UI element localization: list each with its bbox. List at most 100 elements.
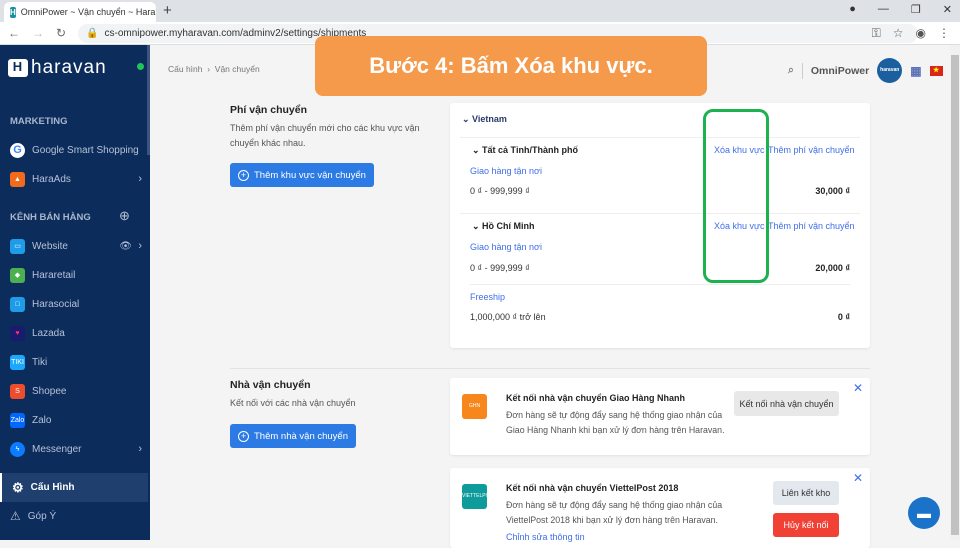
menu-icon[interactable]: ⋮ [938,26,950,41]
close-icon[interactable]: ✕ [853,381,863,395]
shipping-zones-card: ⌄ Vietnam ⌄ Tất cả Tỉnh/Thành phố Xóa kh… [450,103,870,348]
button-label: Thêm nhà vận chuyển [254,430,349,442]
minimize-button[interactable]: — [878,3,889,16]
forward-icon[interactable]: → [32,26,44,40]
apps-grid-icon[interactable]: ▦ [910,64,921,78]
sidebar: Hharavan MARKETING G Google Smart Shoppin… [0,45,150,540]
link-warehouse-button[interactable]: Liên kết kho [773,481,839,505]
sidebar-item-hararetail[interactable]: ◆ Hararetail [0,262,148,288]
country-toggle[interactable]: ⌄ Vietnam [462,114,507,125]
add-carrier-button[interactable]: + Thêm nhà vận chuyển [230,424,357,448]
carrier-title: Kết nối nhà vận chuyển ViettelPost 2018 [506,483,679,493]
new-tab-button[interactable]: + [163,2,172,19]
reload-icon[interactable]: ↻ [56,26,66,40]
close-window-button[interactable]: ✕ [943,3,952,16]
add-zone-button[interactable]: + Thêm khu vực vận chuyển [230,163,374,187]
sidebar-item-harasocial[interactable]: □ Harasocial [0,291,148,317]
carrier-desc: Đơn hàng sẽ tự động đẩy sang hệ thống gi… [506,410,725,435]
section-marketing: MARKETING [10,116,68,127]
chevron-right-icon: › [138,240,142,252]
add-channel-icon[interactable]: ⊕ [119,208,130,224]
carrier-desc: Đơn hàng sẽ tự động đẩy sang hệ thống gi… [506,500,723,525]
breadcrumb-current: Vận chuyển [214,64,260,74]
avatar[interactable]: haravan [877,58,903,83]
zone-name: Hồ Chí Minh [482,221,535,231]
rate-range: 1,000,000 ₫ trở lên [470,312,546,322]
back-icon[interactable]: ← [8,26,20,40]
haravan-logo[interactable]: Hharavan [8,57,107,79]
sidebar-item-label: Lazada [32,327,65,339]
lazada-icon: ♥ [10,325,25,341]
sidebar-item-lazada[interactable]: ♥ Lazada [0,320,148,346]
gear-icon: ⚙ [12,479,24,495]
rate-range: 0 ₫ - 999,999 ₫ [470,263,530,273]
carrier-card-ghn: GHN Kết nối nhà vận chuyển Giao Hàng Nha… [450,378,870,455]
key-icon[interactable]: ⚿ [872,26,881,41]
zone-toggle[interactable]: ⌄ Hồ Chí Minh [472,221,535,232]
viettelpost-logo: VIETTELPOST [462,484,496,509]
breadcrumb-root[interactable]: Cấu hình [168,64,203,74]
sidebar-item-messenger[interactable]: ϟ Messenger › [0,436,148,462]
rate-name-link[interactable]: Freeship [470,292,505,302]
sidebar-item-haraads[interactable]: ▲ HaraAds › [0,166,148,192]
sidebar-scrollbar[interactable] [147,45,150,155]
messenger-icon: ϟ [10,441,25,457]
chevron-right-icon: › [138,173,142,185]
plus-icon: + [238,169,249,181]
search-icon[interactable]: ⌕ [788,64,794,77]
rate-name-link[interactable]: Giao hàng tận nơi [470,242,542,252]
vietnam-flag-icon[interactable]: ★ [929,65,943,76]
fees-title: Phí vận chuyển [230,104,308,116]
sidebar-item-shopee[interactable]: S Shopee [0,378,148,404]
sidebar-item-feedback[interactable]: ⚠ Góp Ý [0,503,148,529]
rate-range: 0 ₫ - 999,999 ₫ [470,186,530,196]
chevron-right-icon: › [138,443,142,455]
add-fee-link[interactable]: Thêm phí vận chuyển [768,145,855,155]
tiki-icon: TIKI [10,354,25,370]
sidebar-item-website[interactable]: ▭ Website 👁 › [0,233,148,259]
connect-carrier-button[interactable]: Kết nối nhà vận chuyển [734,391,839,416]
close-icon[interactable]: ✕ [853,471,863,485]
sidebar-item-tiki[interactable]: TIKI Tiki [0,349,148,375]
harasocial-icon: □ [10,296,25,312]
hararetail-icon: ◆ [10,267,25,283]
carrier-title: Kết nối nhà vận chuyển Giao Hàng Nhanh [506,393,686,403]
browser-tab[interactable]: HOmniPower ~ Vận chuyển ~ Hara✕ [4,2,156,22]
sidebar-item-label: Google Smart Shopping [32,144,139,156]
edit-info-link[interactable]: Chỉnh sửa thông tin [506,532,585,542]
status-dot [137,63,144,70]
google-icon: G [10,142,25,158]
sidebar-item-label: Tiki [32,356,48,368]
disconnect-button[interactable]: Hủy kết nối [773,513,839,537]
rate-name-link[interactable]: Giao hàng tận nơi [470,166,542,176]
carriers-desc: Kết nối với các nhà vận chuyển [230,398,356,408]
tab-title: OmniPower ~ Vận chuyển ~ Hara [20,7,156,17]
zone-toggle[interactable]: ⌄ Tất cả Tỉnh/Thành phố [472,145,578,156]
sidebar-item-label: Website [32,240,68,252]
sidebar-item-label: Messenger [32,443,82,455]
sidebar-item-google-smart-shopping[interactable]: G Google Smart Shopping [0,137,148,163]
eye-icon[interactable]: 👁 [119,241,132,252]
sidebar-item-label: Harasocial [32,298,80,310]
zalo-icon: Zalo [10,412,25,428]
sidebar-item-label: Góp Ý [27,510,57,522]
account-icon[interactable]: ◉ [916,26,926,41]
store-name[interactable]: OmniPower [811,65,869,77]
fees-desc: Thêm phí vận chuyển mới cho các khu vực … [230,123,420,148]
haraads-icon: ▲ [10,171,25,187]
rate-price: 0 ₫ [837,312,850,322]
sidebar-item-settings[interactable]: ⚙ Cấu Hình [0,473,148,502]
section-channels: KÊNH BÁN HÀNG [10,212,91,223]
chat-button[interactable]: ▬ [908,497,940,529]
add-fee-link[interactable]: Thêm phí vận chuyển [768,221,855,231]
website-icon: ▭ [10,238,25,254]
star-icon[interactable]: ☆ [893,26,904,41]
sidebar-item-label: Cấu Hình [30,482,75,493]
sidebar-item-zalo[interactable]: Zalo Zalo [0,407,148,433]
maximize-button[interactable]: ❐ [911,3,921,16]
page-scrollbar[interactable] [950,45,960,540]
plus-icon: + [238,430,249,442]
profile-icon[interactable]: ● [849,3,856,16]
highlight-box [703,109,769,283]
country-name: Vietnam [472,114,507,124]
